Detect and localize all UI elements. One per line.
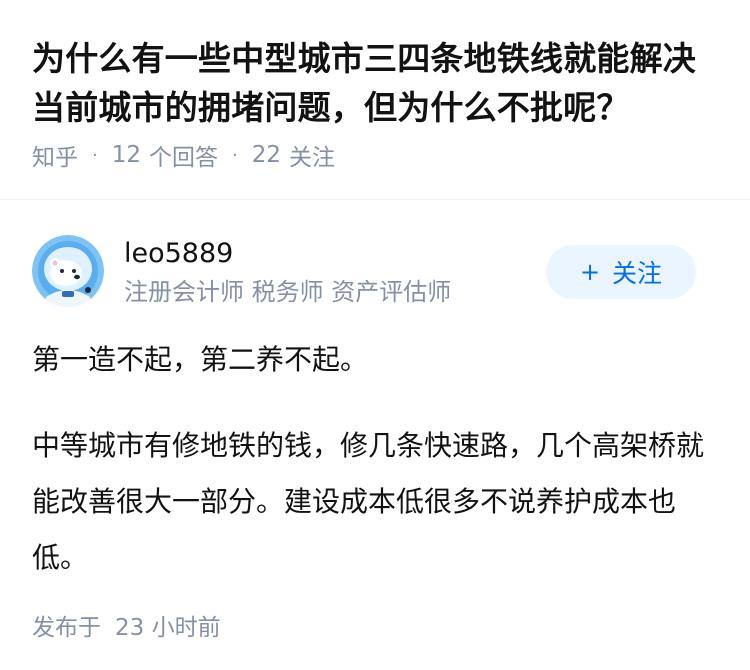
answer-content[interactable]: 第一造不起，第二养不起。 中等城市有修地铁的钱，修几条快速路，几个高架桥就能改善… <box>32 332 718 586</box>
polar-bear-avatar-icon <box>32 235 104 307</box>
question-title[interactable]: 为什么有一些中型城市三四条地铁线就能解决当前城市的拥堵问题，但为什么不批呢？ <box>32 34 718 132</box>
plus-icon: + <box>579 258 601 286</box>
meta-separator: · <box>232 144 238 166</box>
author-bio: 注册会计师 税务师 资产评估师 <box>124 278 452 306</box>
answer-card: leo5889 注册会计师 税务师 资产评估师 + 关注 第一造不起，第二养不起… <box>0 232 750 642</box>
author-name[interactable]: leo5889 <box>124 235 233 273</box>
question-meta: 知乎 · 12 个回答 · 22 关注 <box>32 138 718 172</box>
followers-label: 关注 <box>289 145 336 171</box>
author-row: leo5889 注册会计师 税务师 资产评估师 + 关注 <box>32 232 718 342</box>
question-header: 为什么有一些中型城市三四条地铁线就能解决当前城市的拥堵问题，但为什么不批呢？ 知… <box>0 0 750 200</box>
follow-button[interactable]: + 关注 <box>546 245 696 299</box>
meta-separator: · <box>92 144 98 166</box>
followers-count: 22 <box>251 142 282 168</box>
answers-count[interactable]: 12 <box>112 142 141 168</box>
publish-info: 发布于 23 小时前 <box>32 608 718 642</box>
follow-button-label: 关注 <box>612 259 663 288</box>
avatar[interactable] <box>32 235 104 307</box>
answers-label[interactable]: 个回答 <box>149 138 218 172</box>
published-label: 发布于 <box>32 615 101 641</box>
published-time: 23 小时前 <box>115 615 221 641</box>
answer-paragraph: 中等城市有修地铁的钱，修几条快速路，几个高架桥就能改善很大一部分。建设成本低很多… <box>32 429 705 574</box>
source-label[interactable]: 知乎 <box>32 138 78 172</box>
